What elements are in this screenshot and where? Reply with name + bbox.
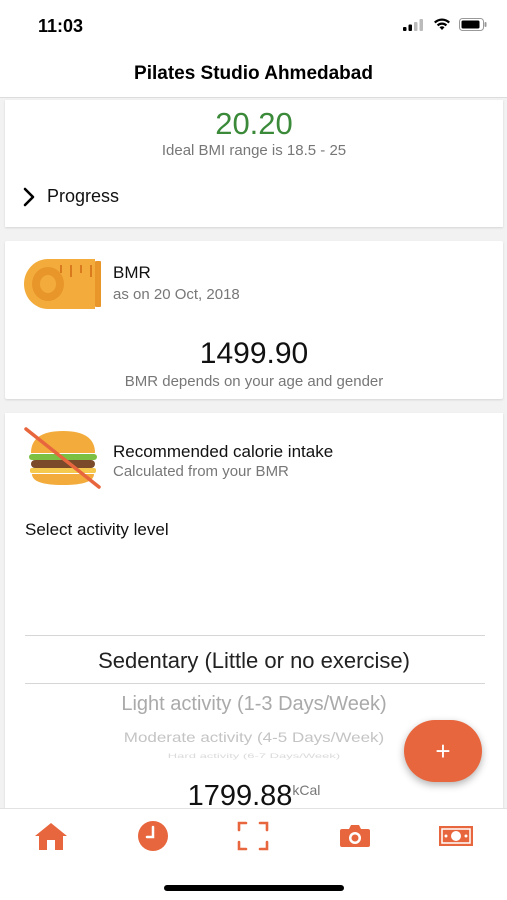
bmi-range-text: Ideal BMI range is 18.5 - 25 [161,142,347,159]
tab-scan[interactable] [233,819,273,853]
wifi-icon [434,18,450,30]
progress-link[interactable]: Progress [23,186,119,207]
home-icon [35,823,67,850]
activity-picker-selected[interactable]: Sedentary (Little or no exercise) [5,648,503,674]
bmi-value: 20.20 [215,106,293,141]
tab-clock[interactable] [133,819,173,853]
calorie-title: Recommended calorie intake [113,442,334,461]
bmi-card: 20.20 Ideal BMI range is 18.5 - 25 Progr… [5,100,503,227]
bmr-value: 1499.90 [199,337,309,370]
plus-icon: + [435,735,451,766]
calorie-subtitle: Calculated from your BMR [113,463,289,480]
chevron-right-icon [23,187,35,206]
no-burger-icon [24,427,101,489]
clock-icon [138,821,168,851]
activity-level-label: Select activity level [25,520,169,539]
page-title: Pilates Studio Ahmedabad [134,62,373,84]
tab-payment[interactable] [436,819,476,853]
status-time: 11:03 [38,16,84,36]
camera-icon [340,825,370,847]
picker-divider-bottom [25,683,485,684]
tab-home[interactable] [31,819,71,853]
calorie-unit: kCal [292,782,321,798]
bmr-card: BMR as on 20 Oct, 2018 1499.90 BMR depen… [5,241,503,399]
measuring-tape-icon [24,259,101,309]
activity-picker-option[interactable]: Light activity (1-3 Days/Week) [5,693,503,716]
battery-icon [459,18,487,31]
scan-icon [237,821,269,851]
bmr-date: as on 20 Oct, 2018 [113,286,240,303]
add-button[interactable]: + [404,720,482,782]
home-indicator[interactable] [164,885,344,891]
status-bar: 11:03 [0,0,507,50]
bmr-note: BMR depends on your age and gender [124,373,384,390]
tab-camera[interactable] [335,819,375,853]
signal-icon [403,18,423,31]
picker-divider-top [25,635,485,636]
money-icon [439,826,473,846]
nav-bar: Pilates Studio Ahmedabad [0,50,507,98]
progress-label: Progress [47,186,120,206]
bmr-title: BMR [113,263,151,282]
status-icons [403,18,487,31]
